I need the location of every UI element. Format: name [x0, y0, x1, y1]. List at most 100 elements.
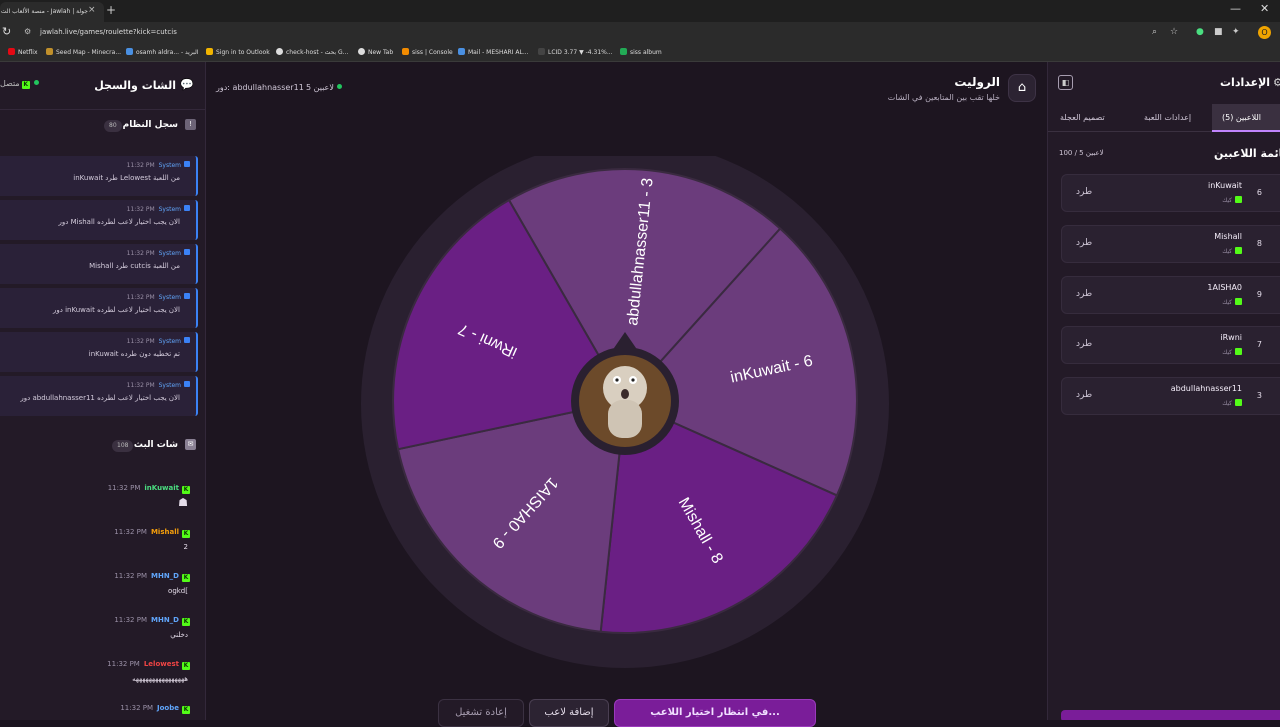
player-source: كيك: [1222, 298, 1242, 306]
tab-wheel-design[interactable]: تصميم العجلة: [1060, 104, 1105, 132]
bookmark-mail-meshari[interactable]: Mail - MESHARI AL...: [458, 48, 529, 56]
live-chat-title: شات البث: [133, 440, 178, 450]
bookmark-mail[interactable]: osamh aldra... - البريد: [126, 48, 198, 56]
connection-status: متصل K: [0, 79, 39, 89]
url-field[interactable]: jawlah.live/games/roulette?kick=cutcis: [40, 28, 177, 36]
bookmark-seedmap[interactable]: Seed Map - Minecra...: [46, 48, 121, 56]
bookmark-netflix[interactable]: Netflix: [8, 48, 38, 56]
home-button[interactable]: ⌂: [1008, 74, 1036, 102]
gear-icon: ⚙: [1273, 76, 1280, 89]
chat-message: 11:32 PM MHN_D K دخلني: [114, 616, 190, 639]
bookmark-lcid[interactable]: LCID 3.77 ▼ -4.31%...: [538, 48, 613, 56]
bookmark-icon: [458, 48, 465, 55]
settings-header: ◧ الإعدادات ⚙: [1048, 62, 1280, 104]
status-dot-icon: [336, 84, 342, 89]
kick-player-button[interactable]: طرد: [1076, 187, 1092, 197]
bookmark-console[interactable]: siss | Console: [402, 48, 453, 56]
chat-message: 11:32 PM MHN_D K ogkd[: [114, 572, 190, 595]
puzzle-icon[interactable]: ✦: [1232, 27, 1240, 37]
kick-badge-icon: K: [182, 706, 190, 714]
new-tab-icon[interactable]: +: [104, 3, 118, 17]
bookmark-icon: [46, 48, 53, 55]
bookmark-icon: [276, 48, 283, 55]
player-number: 8: [1256, 239, 1262, 248]
info-icon: !: [185, 119, 196, 130]
player-row: طرد Mishall كيك 8: [1061, 225, 1280, 263]
system-message: 11:32 PM System Mishall طرد cutcis من الل…: [0, 244, 198, 284]
live-chat-list[interactable]: 11:32 PM inKuwait K ☗ 11:32 PM Mishall K 2 1…: [0, 462, 205, 720]
restart-button[interactable]: إعادة تشغيل: [438, 699, 524, 727]
kick-badge-icon: K: [182, 662, 190, 670]
player-row: طرد inKuwait كيك 6: [1061, 174, 1280, 212]
system-log-header[interactable]: 80 سجل النظام !: [0, 115, 205, 137]
kick-badge-icon: [1235, 298, 1242, 305]
system-message: 11:32 PM System inKuwait طرد Lelowest من …: [0, 156, 198, 196]
tab-close-icon[interactable]: ×: [88, 5, 96, 15]
bookmark-icon: [8, 48, 15, 55]
profile-avatar[interactable]: O: [1258, 26, 1271, 39]
kick-player-button[interactable]: طرد: [1076, 238, 1092, 248]
zoom-icon[interactable]: ⌕: [1152, 27, 1157, 37]
roulette-wheel[interactable]: abdullahnasser11 - 3inKuwait - 6Mishall …: [360, 156, 890, 676]
player-number: 9: [1256, 290, 1262, 299]
avatar-pupil: [615, 378, 619, 382]
bookmark-icon: [126, 48, 133, 55]
player-name: 1AISHA0: [1207, 283, 1242, 292]
system-log-count: 80: [104, 120, 122, 132]
kick-player-button[interactable]: طرد: [1076, 390, 1092, 400]
star-icon[interactable]: ☆: [1170, 27, 1178, 37]
add-player-button[interactable]: إضافة لاعب: [529, 699, 609, 727]
system-message: 11:32 PM System دور abdullahnasser11 الان…: [0, 376, 198, 416]
home-icon: ⌂: [1017, 80, 1027, 95]
bookmarks-bar: Netflix Seed Map - Minecra... osamh aldr…: [0, 44, 1280, 62]
kick-badge-icon: [1235, 399, 1242, 406]
player-row: طرد iRwni كيك 7: [1061, 326, 1280, 364]
site-info-icon[interactable]: ⚙: [24, 27, 31, 36]
bookmark-newtab[interactable]: New Tab: [358, 48, 393, 56]
player-source: كيك: [1222, 399, 1242, 407]
bookmark-icon: [358, 48, 365, 55]
kick-icon: K: [21, 81, 30, 89]
player-name: inKuwait: [1207, 181, 1242, 190]
system-message: 11:32 PM System inKuwait تم تخطيه دون طرد…: [0, 332, 198, 372]
players-count-badge: 5 لاعبين: [306, 83, 342, 92]
system-log-list[interactable]: 11:32 PM System inKuwait طرد Lelowest من …: [0, 140, 205, 422]
bookmark-icon: [620, 48, 627, 55]
kick-badge-icon: [1235, 196, 1242, 203]
window-close-icon[interactable]: ✕: [1260, 2, 1269, 15]
extension-icon[interactable]: ■: [1214, 27, 1223, 37]
chat-message: 11:32 PM Joobe K: [120, 704, 190, 714]
player-number: 3: [1256, 391, 1262, 400]
chat-panel-header: متصل K الشات والسجل 💬: [0, 62, 205, 110]
save-button[interactable]: [1061, 710, 1280, 720]
shield-extension-icon[interactable]: ●: [1196, 27, 1204, 37]
player-source: كيك: [1222, 247, 1242, 255]
tab-players[interactable]: اللاعبين (5): [1212, 104, 1280, 132]
minimize-icon[interactable]: —: [1230, 2, 1241, 15]
reload-icon[interactable]: ↻: [2, 25, 11, 38]
player-number: 7: [1256, 340, 1262, 349]
bookmark-checkhost[interactable]: check-host - بحث G...: [276, 48, 348, 56]
player-name: iRwni: [1220, 333, 1242, 342]
kick-player-button[interactable]: طرد: [1076, 289, 1092, 299]
avatar-pupil: [631, 378, 635, 382]
player-row: طرد 1AISHA0 كيك 9: [1061, 276, 1280, 314]
waiting-status-button[interactable]: في انتظار اختيار اللاعب...: [614, 699, 816, 727]
kick-badge-icon: K: [182, 574, 190, 582]
live-chat-header[interactable]: 108 شات البث ✉: [0, 435, 205, 457]
kick-badge-icon: [1235, 348, 1242, 355]
bookmark-outlook[interactable]: Sign in to Outlook: [206, 48, 270, 56]
player-row: طرد abdullahnasser11 كيك 3: [1061, 377, 1280, 415]
collapse-panel-button[interactable]: ◧: [1058, 75, 1073, 90]
app-root: متصل K الشات والسجل 💬 80 سجل النظام ! 11:…: [0, 62, 1280, 727]
chat-message: 11:32 PM inKuwait K ☗: [107, 484, 190, 509]
system-log-title: سجل النظام: [122, 120, 178, 130]
chat-bubble-icon: 💬: [180, 78, 194, 91]
bookmark-icon: [538, 48, 545, 55]
kick-player-button[interactable]: طرد: [1076, 339, 1092, 349]
kick-badge-icon: [1235, 247, 1242, 254]
game-title: الروليت: [954, 75, 1000, 89]
tab-game-settings[interactable]: إعدادات اللعبة: [1144, 104, 1191, 132]
bookmark-album[interactable]: siss album: [620, 48, 662, 56]
settings-title: الإعدادات: [1220, 76, 1271, 89]
